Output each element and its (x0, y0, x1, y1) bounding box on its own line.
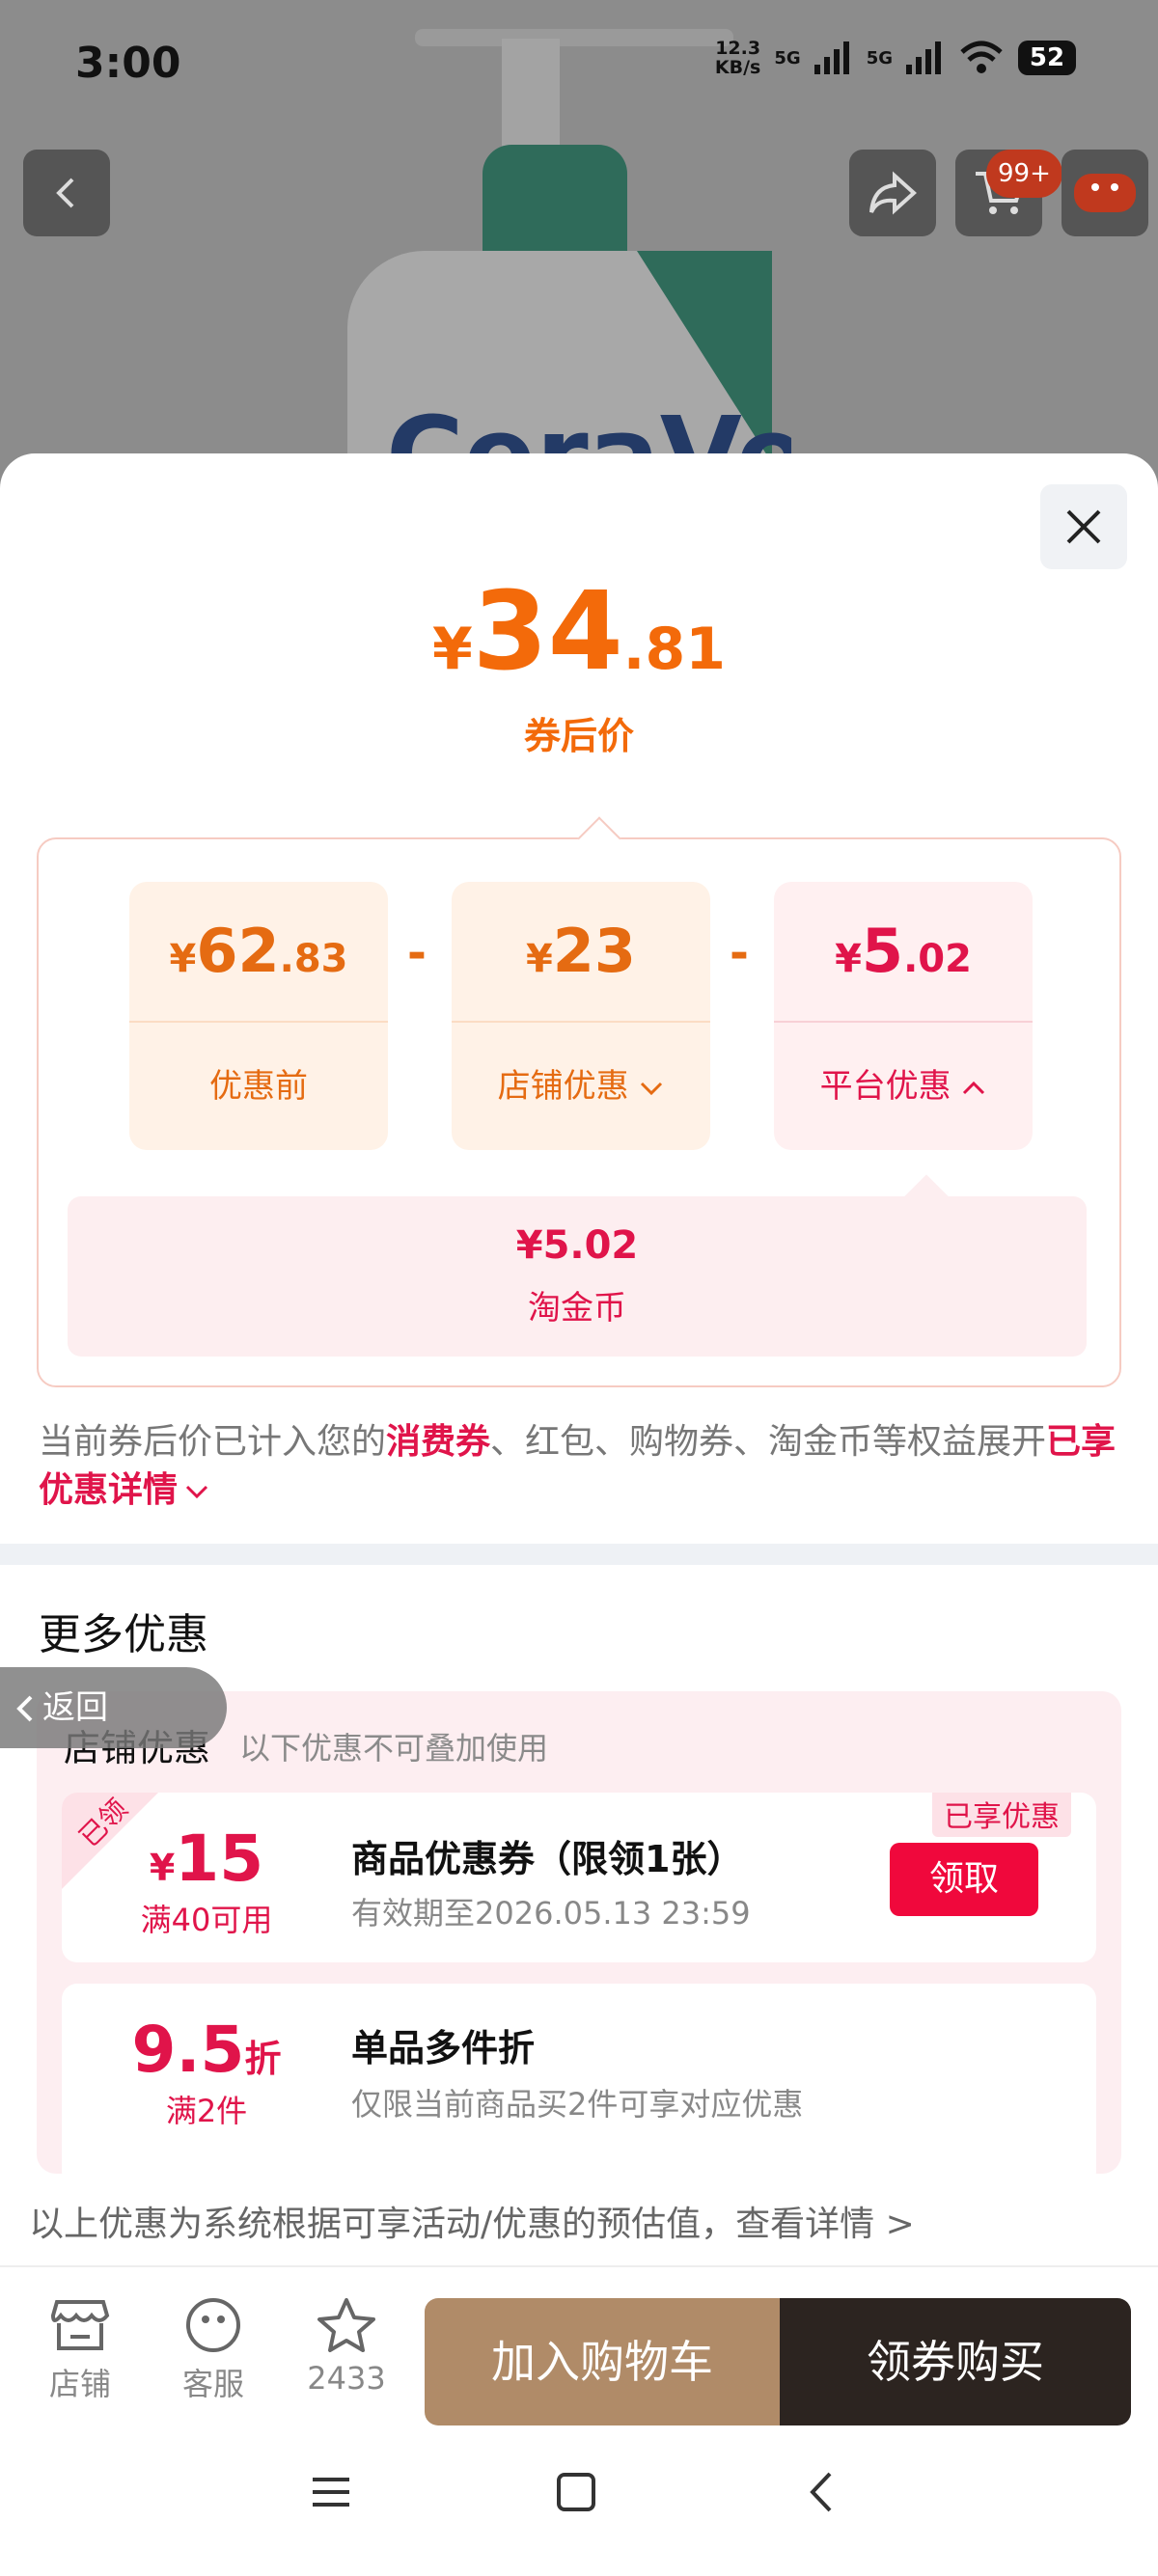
chevron-down-icon[interactable] (183, 1481, 210, 1502)
final-price: ¥34.81 (432, 569, 726, 695)
price-note: 当前券后价已计入您的消费券、红包、购物券、淘金币等权益展开已享优惠详情 (39, 1422, 1117, 1510)
taojinbi-detail: ¥5.02 淘金币 (68, 1174, 1087, 1357)
status-bar: 3:00 12.3 KB/s 5G 5G 52 (0, 0, 1158, 125)
platform-discount-value: ¥5.02 (835, 916, 972, 986)
multi-item-discount-card: 9.5折 满2件 单品多件折 仅限当前商品买2件可享对应优惠 (62, 1984, 1096, 2174)
breakdown-notch (577, 816, 621, 861)
price-detail-sheet: ¥34.81 券后价 ¥62.83 优惠前 - ¥23 店铺优惠 - ¥5.02… (0, 453, 1158, 2576)
network-speed: 12.3 KB/s (714, 38, 761, 78)
shop-offers-subtitle: 以下优惠不可叠加使用 (239, 1730, 549, 1767)
more-button[interactable] (1062, 150, 1148, 236)
share-button[interactable] (849, 150, 936, 236)
platform-discount-label: 平台优惠 (774, 1023, 1033, 1150)
wifi-icon (960, 41, 1003, 73)
signal-5g-label-1: 5G (774, 47, 801, 69)
original-price-value: ¥62.83 (169, 916, 348, 986)
more-offers-title: 更多优惠 (39, 1610, 208, 1659)
add-to-cart-button[interactable]: 加入购物车 (425, 2298, 780, 2425)
taojinbi-label: 淘金币 (528, 1289, 626, 1328)
menu-icon[interactable] (309, 2470, 353, 2514)
shop-tab[interactable]: 店铺 (27, 2296, 133, 2404)
coupon-amount: ¥15 满40可用 (110, 1822, 303, 1940)
coupon-condition: 满40可用 (140, 1902, 273, 1938)
signal-icon-2 (906, 41, 941, 74)
original-price-card: ¥62.83 优惠前 (129, 882, 388, 1150)
discount-name: 单品多件折 (351, 2027, 536, 2069)
coin-notch (904, 1174, 949, 1219)
nav-back-icon[interactable] (801, 2470, 845, 2514)
minus-sign-2: - (730, 926, 749, 980)
close-icon (1066, 509, 1101, 544)
bottom-action-bar: 店铺 客服 2433 加入购物车 领券购买 (0, 2267, 1158, 2441)
favorite-tab[interactable]: 2433 (293, 2296, 400, 2397)
coupon-name: 商品优惠券（限领1张） (351, 1838, 744, 1880)
floating-back-button[interactable]: 返回 (0, 1667, 227, 1748)
home-square-icon[interactable] (554, 2470, 598, 2514)
cart-count-badge: 99+ (986, 150, 1062, 198)
chevron-left-icon (56, 178, 74, 208)
original-price-label: 优惠前 (209, 1067, 308, 1106)
system-nav-bar (0, 2441, 1158, 2576)
discount-desc: 仅限当前商品买2件可享对应优惠 (351, 2086, 804, 2123)
discount-amount: 9.5折 满2件 (110, 2013, 303, 2131)
message-icon (1074, 174, 1136, 212)
chevron-down-icon (641, 1082, 663, 1095)
price-breakdown: ¥62.83 优惠前 - ¥23 店铺优惠 - ¥5.02 平台优惠 ¥5.02… (37, 816, 1121, 1387)
section-divider (0, 1544, 1158, 1565)
shop-discount-label: 店铺优惠 (452, 1023, 710, 1150)
discount-condition: 满2件 (165, 2093, 248, 2129)
chat-face-icon (186, 2298, 240, 2352)
shop-offers-section: 店铺优惠 以下优惠不可叠加使用 已领 已享优惠 ¥15 满40可用 商品优惠券（… (37, 1691, 1121, 2174)
share-icon (869, 171, 917, 215)
battery-indicator: 52 (1018, 41, 1076, 75)
status-time: 3:00 (75, 39, 181, 88)
signal-icon (813, 41, 849, 74)
shop-discount-card[interactable]: ¥23 店铺优惠 (452, 882, 710, 1150)
claim-coupon-button[interactable]: 领取 (890, 1843, 1038, 1916)
enjoyed-tag: 已享优惠 (932, 1793, 1071, 1837)
chevron-up-icon (963, 1081, 985, 1094)
chevron-left-icon (16, 1695, 33, 1722)
final-price-label: 券后价 (523, 715, 634, 757)
claim-and-buy-button[interactable]: 领券购买 (780, 2298, 1131, 2425)
back-button[interactable] (23, 150, 110, 236)
taojinbi-value: ¥5.02 (515, 1223, 639, 1268)
minus-sign: - (407, 926, 427, 980)
platform-discount-card[interactable]: ¥5.02 平台优惠 (774, 882, 1033, 1150)
estimate-disclaimer-link[interactable]: 以上优惠为系统根据可享活动/优惠的预估值，查看详情 > (29, 2188, 1129, 2256)
status-icons: 12.3 KB/s 5G 5G 52 (715, 39, 1076, 77)
product-page-background: CeraVe 3:00 12.3 KB/s 5G 5G 52 99+ (0, 0, 1158, 502)
consumer-coupon-highlight: 消费券 (386, 1422, 491, 1462)
coupon-validity: 有效期至2026.05.13 23:59 (351, 1895, 751, 1932)
coupon-card: 已领 已享优惠 ¥15 满40可用 商品优惠券（限领1张） 有效期至2026.0… (62, 1793, 1096, 1962)
customer-service-tab[interactable]: 客服 (160, 2296, 266, 2404)
star-icon (317, 2298, 375, 2352)
signal-5g-label-2: 5G (866, 47, 893, 69)
shop-discount-value: ¥23 (525, 916, 637, 986)
close-button[interactable] (1040, 484, 1127, 569)
store-icon (50, 2300, 110, 2350)
